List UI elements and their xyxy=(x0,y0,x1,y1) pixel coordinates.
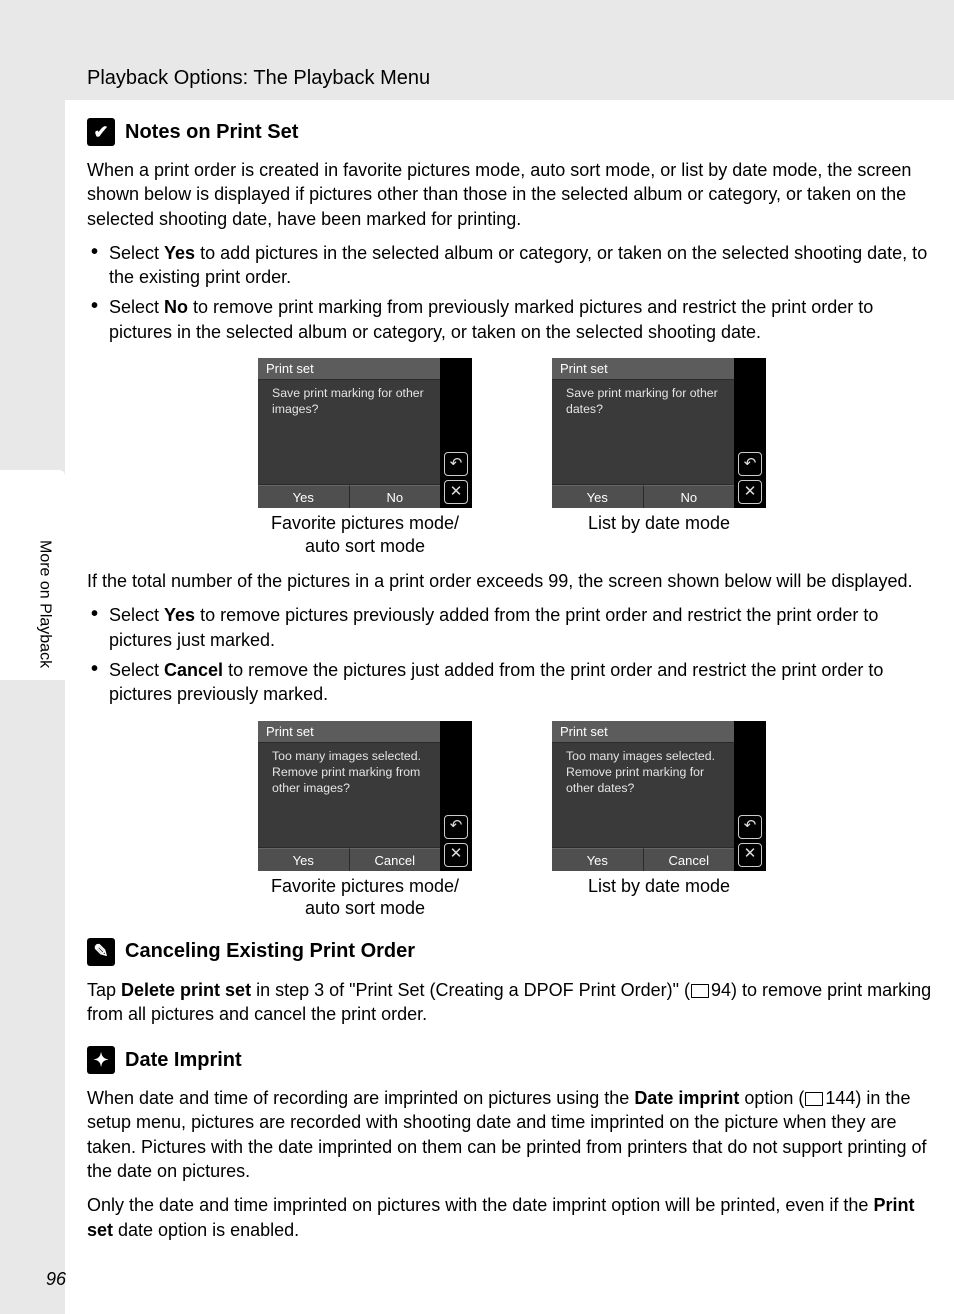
book-icon xyxy=(805,1092,823,1105)
bullet-no-remove: Select No to remove print marking from p… xyxy=(105,295,937,344)
close-icon[interactable]: ✕ xyxy=(738,843,762,867)
close-icon[interactable]: ✕ xyxy=(444,480,468,504)
heading-date-imprint: ✦ Date Imprint xyxy=(87,1046,937,1074)
screen-title: Print set xyxy=(552,358,734,380)
notes-intro: When a print order is created in favorit… xyxy=(87,158,937,231)
screen-save-marking-dates: Print set Save print marking for other d… xyxy=(552,358,766,508)
screen-title: Print set xyxy=(552,721,734,743)
no-button[interactable]: No xyxy=(643,485,735,508)
pencil-icon: ✎ xyxy=(87,938,115,966)
bullet-yes-add: Select Yes to add pictures in the select… xyxy=(105,241,937,290)
undo-icon[interactable]: ↶ xyxy=(444,452,468,476)
heading-cancel-text: Canceling Existing Print Order xyxy=(125,938,415,965)
yes-button[interactable]: Yes xyxy=(552,485,643,508)
screen-caption: Favorite pictures mode/ auto sort mode xyxy=(271,875,459,920)
page-number: 96 xyxy=(46,1267,66,1291)
book-icon xyxy=(691,984,709,997)
screen-caption: List by date mode xyxy=(588,512,730,535)
undo-icon[interactable]: ↶ xyxy=(738,815,762,839)
close-icon[interactable]: ✕ xyxy=(444,843,468,867)
date-imprint-para1: When date and time of recording are impr… xyxy=(87,1086,937,1183)
cancel-button[interactable]: Cancel xyxy=(643,848,735,871)
undo-icon[interactable]: ↶ xyxy=(444,815,468,839)
screen-too-many-dates: Print set Too many images selected. Remo… xyxy=(552,721,766,871)
yes-button[interactable]: Yes xyxy=(552,848,643,871)
bullet-yes-remove: Select Yes to remove pictures previously… xyxy=(105,603,937,652)
settings-icon: ✦ xyxy=(87,1046,115,1074)
screen-save-marking-images: Print set Save print marking for other i… xyxy=(258,358,472,508)
undo-icon[interactable]: ↶ xyxy=(738,452,762,476)
yes-button[interactable]: Yes xyxy=(258,848,349,871)
screen-too-many-images: Print set Too many images selected. Remo… xyxy=(258,721,472,871)
close-icon[interactable]: ✕ xyxy=(738,480,762,504)
heading-date-imprint-text: Date Imprint xyxy=(125,1047,242,1074)
screen-title: Print set xyxy=(258,358,440,380)
heading-cancel: ✎ Canceling Existing Print Order xyxy=(87,938,937,966)
bullet-cancel-remove: Select Cancel to remove the pictures jus… xyxy=(105,658,937,707)
notes-mid-para: If the total number of the pictures in a… xyxy=(87,569,937,593)
section-title: Playback Options: The Playback Menu xyxy=(87,65,430,92)
screen-caption: Favorite pictures mode/ auto sort mode xyxy=(271,512,459,557)
screen-caption: List by date mode xyxy=(588,875,730,898)
screen-message: Too many images selected. Remove print m… xyxy=(552,743,734,797)
screen-message: Save print marking for other images? xyxy=(258,380,440,418)
heading-notes: ✔ Notes on Print Set xyxy=(87,118,937,146)
cancel-para: Tap Delete print set in step 3 of "Print… xyxy=(87,978,937,1027)
yes-button[interactable]: Yes xyxy=(258,485,349,508)
date-imprint-para2: Only the date and time imprinted on pict… xyxy=(87,1193,937,1242)
check-icon: ✔ xyxy=(87,118,115,146)
heading-notes-text: Notes on Print Set xyxy=(125,119,298,146)
side-tab-label: More on Playback xyxy=(34,540,56,668)
screen-message: Save print marking for other dates? xyxy=(552,380,734,418)
screen-message: Too many images selected. Remove print m… xyxy=(258,743,440,797)
screen-title: Print set xyxy=(258,721,440,743)
cancel-button[interactable]: Cancel xyxy=(349,848,441,871)
no-button[interactable]: No xyxy=(349,485,441,508)
